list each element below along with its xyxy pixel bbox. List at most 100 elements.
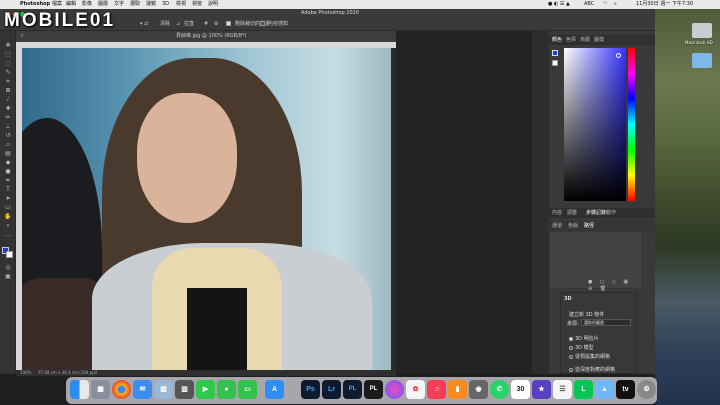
- eyedropper-tool-icon[interactable]: ⁄: [4, 97, 12, 103]
- overlay-grid-icon[interactable]: #: [204, 18, 208, 31]
- quick-select-tool-icon[interactable]: ✎: [4, 70, 12, 76]
- menu-3d[interactable]: 3D: [162, 0, 169, 9]
- quick-mask-icon[interactable]: ◎: [4, 265, 12, 271]
- tab-close-icon[interactable]: ×: [20, 31, 24, 42]
- tab-channels[interactable]: 通道: [552, 221, 562, 231]
- tab-paths[interactable]: 路徑: [584, 221, 594, 231]
- zoom-tool-icon[interactable]: ⌕: [4, 223, 12, 229]
- dock-messages-icon[interactable]: ●: [217, 380, 236, 399]
- dock-mail-icon[interactable]: ✉: [133, 380, 152, 399]
- tab-color[interactable]: 顏色: [552, 35, 562, 45]
- tab-swatches[interactable]: 色票: [566, 35, 576, 45]
- menu-edit[interactable]: 編輯: [66, 0, 76, 9]
- frame-tool-icon[interactable]: ⊠: [4, 88, 12, 94]
- wifi-icon[interactable]: ◠: [603, 0, 607, 9]
- path-select-tool-icon[interactable]: ➤: [4, 196, 12, 202]
- eraser-tool-icon[interactable]: ▱: [4, 142, 12, 148]
- tab-actions[interactable]: 動作: [606, 208, 616, 218]
- dock-appstore-icon[interactable]: A: [265, 380, 284, 399]
- clear-button[interactable]: 清除: [160, 18, 170, 31]
- color-picker-field[interactable]: [564, 48, 626, 201]
- content-aware-checkbox[interactable]: [260, 18, 267, 31]
- tab-adjustments[interactable]: 調整: [567, 208, 577, 218]
- marquee-tool-icon[interactable]: ⬚: [4, 52, 12, 58]
- dock-siri-icon[interactable]: [385, 380, 404, 399]
- hand-tool-icon[interactable]: ✋: [4, 214, 12, 220]
- dodge-tool-icon[interactable]: ●: [4, 169, 12, 175]
- clock[interactable]: 11月30日 週一 下午7:30: [636, 0, 693, 9]
- tab-history[interactable]: 步驟記錄: [586, 208, 606, 218]
- delete-cropped-checkbox[interactable]: [226, 18, 233, 31]
- shape-tool-icon[interactable]: ▭: [4, 205, 12, 211]
- dock-system-prefs-icon[interactable]: ⚙: [637, 380, 656, 399]
- straighten-icon[interactable]: ⊿: [176, 18, 180, 31]
- blur-tool-icon[interactable]: ◆: [4, 160, 12, 166]
- brush-tool-icon[interactable]: ✏: [4, 115, 12, 121]
- gradient-tool-icon[interactable]: ▤: [4, 151, 12, 157]
- lasso-tool-icon[interactable]: ◌: [4, 61, 12, 67]
- crop-ratio-dropdown[interactable]: ▾ ⇄: [140, 18, 148, 31]
- dock-calculator-icon[interactable]: ▥: [175, 380, 194, 399]
- dock-lightroom-classic-icon[interactable]: PL: [343, 380, 362, 399]
- stamp-tool-icon[interactable]: ⊥: [4, 124, 12, 130]
- history-brush-tool-icon[interactable]: ↺: [4, 133, 12, 139]
- image-canvas[interactable]: [22, 48, 391, 370]
- dock-maps-icon[interactable]: ▲: [595, 380, 614, 399]
- option-model[interactable]: 3D 模型: [569, 344, 594, 351]
- dock-music-icon[interactable]: ♫: [427, 380, 446, 399]
- panel-bg-color[interactable]: [552, 60, 558, 66]
- dock-screenshot-icon[interactable]: ◉: [469, 380, 488, 399]
- menu-window[interactable]: 視窗: [192, 0, 202, 9]
- option-mesh-preset[interactable]: 從預設集的網格: [569, 353, 610, 360]
- source-dropdown[interactable]: 選取的圖層: [581, 319, 631, 326]
- zoom-readout[interactable]: 100%: [20, 370, 31, 376]
- hue-slider[interactable]: [628, 48, 635, 201]
- dock-photoshop-icon[interactable]: Ps: [301, 380, 320, 399]
- document-tab[interactable]: × 貝絲琳.jpg @ 100% (RGB/8*): [16, 31, 396, 42]
- dock-calendar-icon[interactable]: 30: [511, 380, 530, 399]
- dock-line-icon[interactable]: L: [574, 380, 593, 399]
- folder-icon[interactable]: [692, 53, 712, 68]
- menu-file[interactable]: 檔案: [52, 0, 62, 9]
- dock-books-icon[interactable]: ▮: [448, 380, 467, 399]
- more-tools-icon[interactable]: …: [4, 232, 12, 238]
- background-color-swatch[interactable]: [6, 251, 13, 258]
- menu-app-name[interactable]: Photoshop: [20, 0, 50, 9]
- dock-lightroom-icon[interactable]: Lr: [322, 380, 341, 399]
- dock-dxo-icon[interactable]: PL: [364, 380, 383, 399]
- menu-select[interactable]: 選取: [130, 0, 140, 9]
- dock-finder-icon[interactable]: [70, 380, 89, 399]
- dock-launchpad-icon[interactable]: ▦: [91, 380, 110, 399]
- panel-fg-color[interactable]: [552, 50, 558, 56]
- tab-patterns[interactable]: 圖樣: [594, 35, 604, 45]
- menu-filter[interactable]: 濾鏡: [146, 0, 156, 9]
- tab-gradients[interactable]: 漸層: [580, 35, 590, 45]
- drive-icon[interactable]: [692, 23, 712, 38]
- dock-facetime-icon[interactable]: ▶: [196, 380, 215, 399]
- move-tool-icon[interactable]: ✥: [4, 43, 12, 49]
- tab-properties[interactable]: 內容: [552, 208, 562, 218]
- menu-help[interactable]: 說明: [208, 0, 218, 9]
- dock-chat-icon[interactable]: ▭: [238, 380, 257, 399]
- dock-chrome-icon[interactable]: [112, 380, 131, 399]
- dock-appletv-icon[interactable]: tv: [616, 380, 635, 399]
- paths-panel-actions[interactable]: ● ○ ◇ ▣ ⊕ 🗑: [588, 279, 638, 292]
- settings-gear-icon[interactable]: ⚙: [214, 18, 218, 31]
- menu-image[interactable]: 影像: [82, 0, 92, 9]
- healing-tool-icon[interactable]: ✚: [4, 106, 12, 112]
- screen-mode-icon[interactable]: ▣: [4, 274, 12, 280]
- dock-whatsapp-icon[interactable]: ✆: [490, 380, 509, 399]
- option-depth-mesh[interactable]: 從深度對應的網格: [569, 366, 615, 373]
- menu-type[interactable]: 文字: [114, 0, 124, 9]
- dock-photos-icon[interactable]: ✿: [406, 380, 425, 399]
- dock-preview-icon[interactable]: ▨: [154, 380, 173, 399]
- dock-reminders-icon[interactable]: ☰: [553, 380, 572, 399]
- search-icon[interactable]: ⌕: [614, 0, 617, 9]
- pen-tool-icon[interactable]: ✒: [4, 178, 12, 184]
- menu-layer[interactable]: 圖層: [98, 0, 108, 9]
- menu-view[interactable]: 檢視: [176, 0, 186, 9]
- tab-layers-ch[interactable]: 色版: [568, 221, 578, 231]
- type-tool-icon[interactable]: T: [4, 187, 12, 193]
- input-method[interactable]: ABC: [584, 0, 594, 9]
- crop-tool-icon[interactable]: ⌗: [4, 79, 12, 85]
